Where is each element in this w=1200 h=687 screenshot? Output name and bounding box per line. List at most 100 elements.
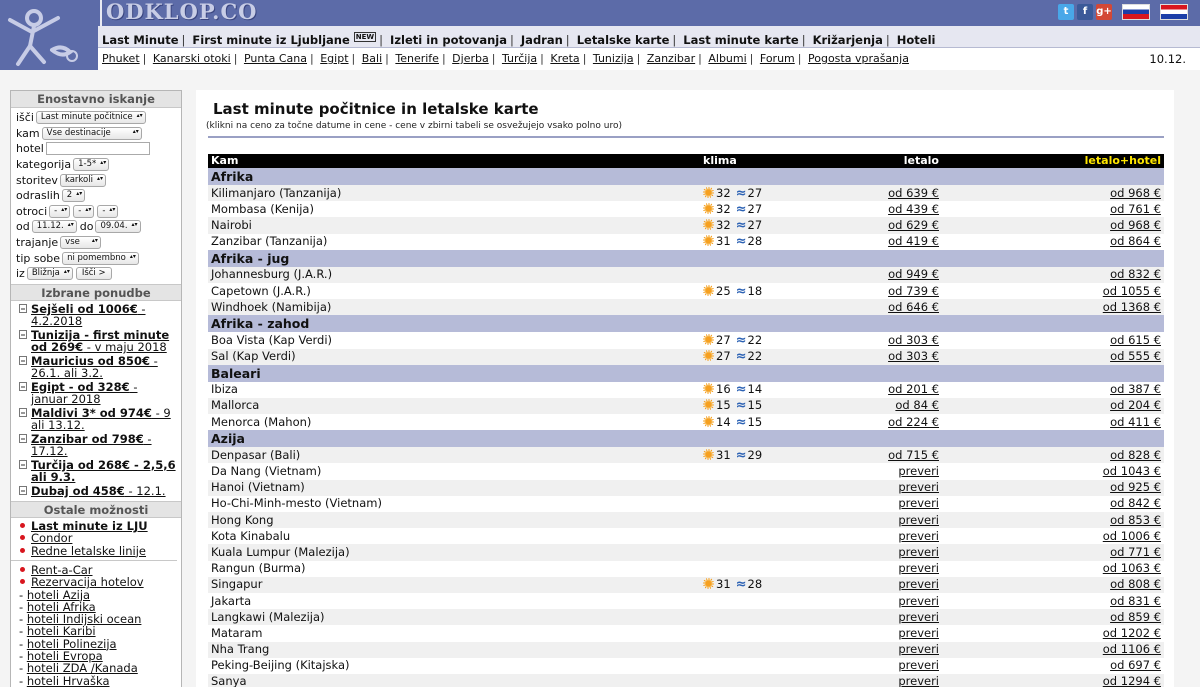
package-price-link[interactable]: od 615 € [1110,333,1161,347]
kam-select[interactable]: Vse destinacije [41,126,142,140]
flight-price-link[interactable]: preveri [898,658,939,672]
package-price-link[interactable]: od 859 € [1110,610,1161,624]
subnav-bali[interactable]: Bali [362,52,382,65]
search-button[interactable]: Išči > [75,267,112,281]
package-price-link[interactable]: od 771 € [1110,545,1161,559]
subnav-kreta[interactable]: Kreta [550,52,579,65]
subnav-egipt[interactable]: Egipt [320,52,348,65]
nav-jadran[interactable]: Jadran [521,33,563,47]
nav-letalske-karte[interactable]: Letalske karte [577,33,670,47]
subnav-tenerife[interactable]: Tenerife [395,52,439,65]
offer-link[interactable]: Maldivi 3* od 974€ - 9 ali 13.12. [31,406,171,433]
flight-price-link[interactable]: od 224 € [888,415,939,429]
nav-krizarjenja[interactable]: Križarjenja [813,33,883,47]
do-date-select[interactable]: 09.04. [95,220,141,234]
package-price-link[interactable]: od 828 € [1110,448,1161,462]
flight-price-link[interactable]: preveri [898,626,939,640]
subnav-albumi[interactable]: Albumi [708,52,746,65]
flight-price-link[interactable]: od 303 € [888,349,939,363]
nav-last-minute-karte[interactable]: Last minute karte [683,33,798,47]
otroci-select-3[interactable]: - [97,204,119,218]
subnav-punta-cana[interactable]: Punta Cana [244,52,307,65]
logo-figure-icon[interactable] [0,0,100,70]
package-price-link[interactable]: od 1106 € [1103,642,1161,656]
otroci-select-2[interactable]: - [73,204,95,218]
tip-sobe-select[interactable]: ni pomembno [62,251,139,265]
package-price-link[interactable]: od 1006 € [1103,529,1161,543]
package-price-link[interactable]: od 853 € [1110,513,1161,527]
flight-price-link[interactable]: od 629 € [888,218,939,232]
package-price-link[interactable]: od 1055 € [1103,284,1161,298]
offer-link[interactable]: Sejšeli od 1006€ - 4.2.2018 [31,302,146,329]
flight-price-link[interactable]: od 715 € [888,448,939,462]
twitter-icon[interactable]: t [1058,4,1074,20]
flight-price-link[interactable]: preveri [898,545,939,559]
subnav-phuket[interactable]: Phuket [102,52,140,65]
option-rezervacija-hotelov[interactable]: Rezervacija hotelov [31,575,144,589]
hotel-link[interactable]: hoteli Hrvaška [27,674,110,687]
subnav-pogosta-vprasanja[interactable]: Pogosta vprašanja [808,52,909,65]
package-price-link[interactable]: od 808 € [1110,577,1161,591]
slovenia-flag-icon[interactable] [1122,4,1150,20]
package-price-link[interactable]: od 761 € [1110,202,1161,216]
flight-price-link[interactable]: od 949 € [888,267,939,281]
package-price-link[interactable]: od 842 € [1110,496,1161,510]
package-price-link[interactable]: od 1063 € [1103,561,1161,575]
flight-price-link[interactable]: preveri [898,529,939,543]
package-price-link[interactable]: od 1202 € [1103,626,1161,640]
nav-izleti[interactable]: Izleti in potovanja [390,33,507,47]
flight-price-link[interactable]: od 303 € [888,333,939,347]
subnav-zanzibar[interactable]: Zanzibar [647,52,695,65]
trajanje-select[interactable]: vse [60,236,101,250]
flight-price-link[interactable]: od 646 € [888,300,939,314]
site-logo[interactable]: ODKLOP.COM [102,0,281,26]
kategorija-select[interactable]: 1-5* [73,158,110,172]
otroci-select-1[interactable]: - [49,204,71,218]
flight-price-link[interactable]: od 739 € [888,284,939,298]
nav-last-minute[interactable]: Last Minute [102,33,179,47]
flight-price-link[interactable]: od 439 € [888,202,939,216]
offer-link[interactable]: Tunizija - first minute od 269€ - v maju… [31,328,169,355]
od-date-select[interactable]: 11.12. [31,220,77,234]
flight-price-link[interactable]: preveri [898,577,939,591]
package-price-link[interactable]: od 1368 € [1103,300,1161,314]
flight-price-link[interactable]: od 84 € [895,398,939,412]
subnav-tunizija[interactable]: Tunizija [593,52,634,65]
package-price-link[interactable]: od 968 € [1110,186,1161,200]
offer-link[interactable]: Turčija od 268€ - 2,5,6 ali 9.3. [31,458,176,485]
google-plus-icon[interactable]: g+ [1096,4,1112,20]
offer-link[interactable]: Zanzibar od 798€ - 17.12. [31,432,152,459]
package-price-link[interactable]: od 697 € [1110,658,1161,672]
flight-price-link[interactable]: preveri [898,513,939,527]
flight-price-link[interactable]: od 419 € [888,234,939,248]
package-price-link[interactable]: od 411 € [1110,415,1161,429]
package-price-link[interactable]: od 831 € [1110,594,1161,608]
package-price-link[interactable]: od 204 € [1110,398,1161,412]
package-price-link[interactable]: od 925 € [1110,480,1161,494]
subnav-kanarski-otoki[interactable]: Kanarski otoki [153,52,231,65]
flight-price-link[interactable]: preveri [898,594,939,608]
hotel-input[interactable] [45,142,150,156]
nav-first-minute[interactable]: First minute iz Ljubljane NEW [192,32,377,47]
option-redne-linije[interactable]: Redne letalske linije [31,544,146,558]
nav-hoteli[interactable]: Hoteli [897,33,936,47]
croatia-flag-icon[interactable] [1160,4,1188,20]
flight-price-link[interactable]: od 201 € [888,382,939,396]
facebook-icon[interactable]: f [1077,4,1093,20]
flight-price-link[interactable]: preveri [898,480,939,494]
package-price-link[interactable]: od 864 € [1110,234,1161,248]
offer-link[interactable]: Dubaj od 458€ - 12.1. [31,484,166,498]
isci-select[interactable]: Last minute počitnice [35,111,146,125]
subnav-djerba[interactable]: Djerba [452,52,489,65]
package-price-link[interactable]: od 832 € [1110,267,1161,281]
flight-price-link[interactable]: od 639 € [888,186,939,200]
flight-price-link[interactable]: preveri [898,610,939,624]
subnav-forum[interactable]: Forum [760,52,795,65]
storitev-select[interactable]: karkoli [59,173,106,187]
package-price-link[interactable]: od 968 € [1110,218,1161,232]
odraslih-select[interactable]: 2 [61,189,86,203]
iz-select[interactable]: Bližnja [26,267,73,281]
offer-link[interactable]: Mauricius od 850€ - 26.1. ali 3.2. [31,354,158,381]
subnav-turcija[interactable]: Turčija [502,52,537,65]
package-price-link[interactable]: od 1294 € [1103,674,1161,687]
